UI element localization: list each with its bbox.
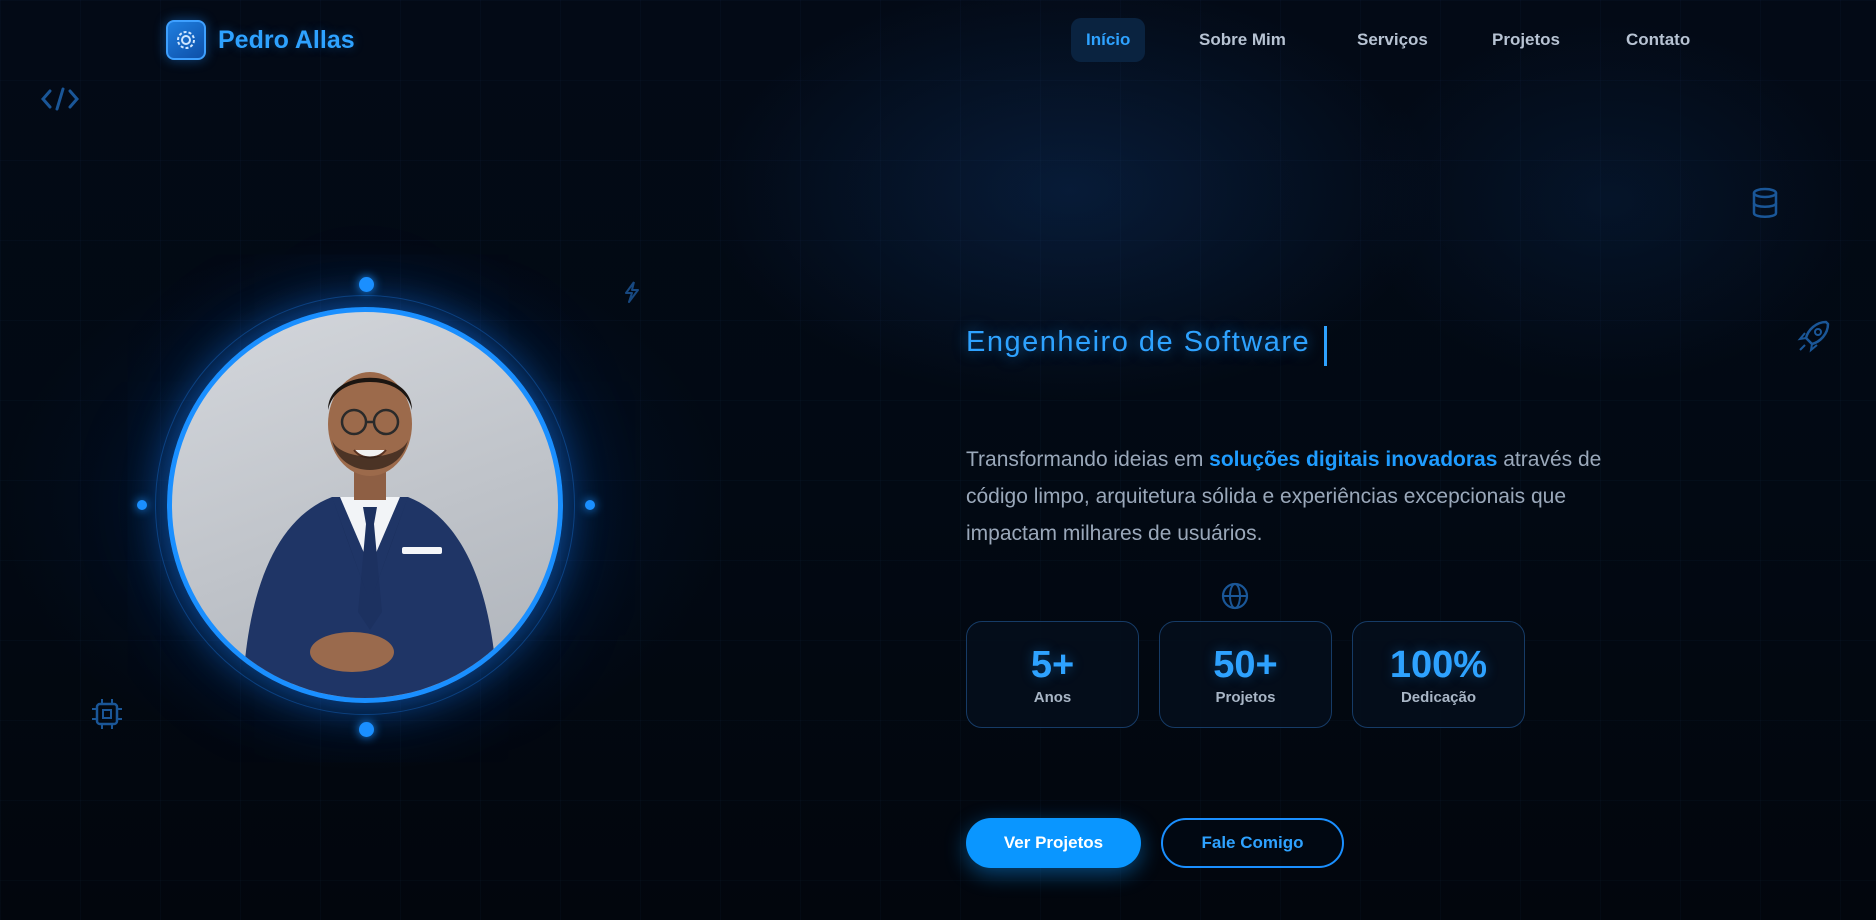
description-text: Transformando ideias em (966, 448, 1210, 471)
orbit-dot-right (585, 500, 595, 510)
nav-item-contato[interactable]: Contato (1611, 18, 1705, 62)
page: Pedro Allas Início Sobre Mim Serviços Pr… (0, 0, 1876, 920)
lightning-icon (625, 281, 639, 303)
stat-value: 5+ (1030, 644, 1075, 686)
orbit-dot-left (137, 500, 147, 510)
brand-name: Pedro Allas (218, 25, 355, 54)
database-icon (1752, 187, 1778, 218)
stat-card-anos: 5+ Anos (966, 621, 1139, 728)
chip-icon (92, 699, 122, 729)
orbit-dot-top (359, 277, 374, 292)
stat-card-dedicacao: 100% Dedicação (1352, 621, 1525, 728)
nav-item-sobre-mim[interactable]: Sobre Mim (1184, 18, 1301, 62)
stat-label: Projetos (1215, 689, 1276, 706)
ver-projetos-button[interactable]: Ver Projetos (966, 818, 1141, 868)
stat-value: 50+ (1213, 644, 1278, 686)
hero-description: Transformando ideias em soluções digitai… (966, 441, 1626, 552)
navbar: Pedro Allas Início Sobre Mim Serviços Pr… (0, 0, 1876, 82)
orbit-dot-bottom (359, 722, 374, 737)
gear-icon (166, 20, 206, 60)
stat-card-projetos: 50+ Projetos (1159, 621, 1332, 728)
person-photo (242, 372, 498, 698)
brand[interactable]: Pedro Allas (166, 20, 355, 60)
profile-photo (167, 307, 563, 703)
rocket-icon (1797, 320, 1830, 353)
stat-value: 100% (1389, 644, 1488, 686)
nav-item-projetos[interactable]: Projetos (1477, 18, 1575, 62)
role-title: Engenheiro de Software (966, 326, 1311, 358)
typing-caret (1324, 326, 1327, 366)
stat-label: Dedicação (1400, 689, 1477, 706)
stat-label: Anos (1033, 689, 1072, 706)
nav-item-inicio[interactable]: Início (1071, 18, 1146, 62)
nav-item-servicos[interactable]: Serviços (1342, 18, 1443, 62)
fale-comigo-button[interactable]: Fale Comigo (1161, 818, 1344, 868)
code-icon (41, 87, 79, 111)
profile-photo-frame (137, 277, 595, 737)
globe-icon (1221, 582, 1249, 610)
description-highlight: soluções digitais inovadoras (1209, 448, 1498, 471)
